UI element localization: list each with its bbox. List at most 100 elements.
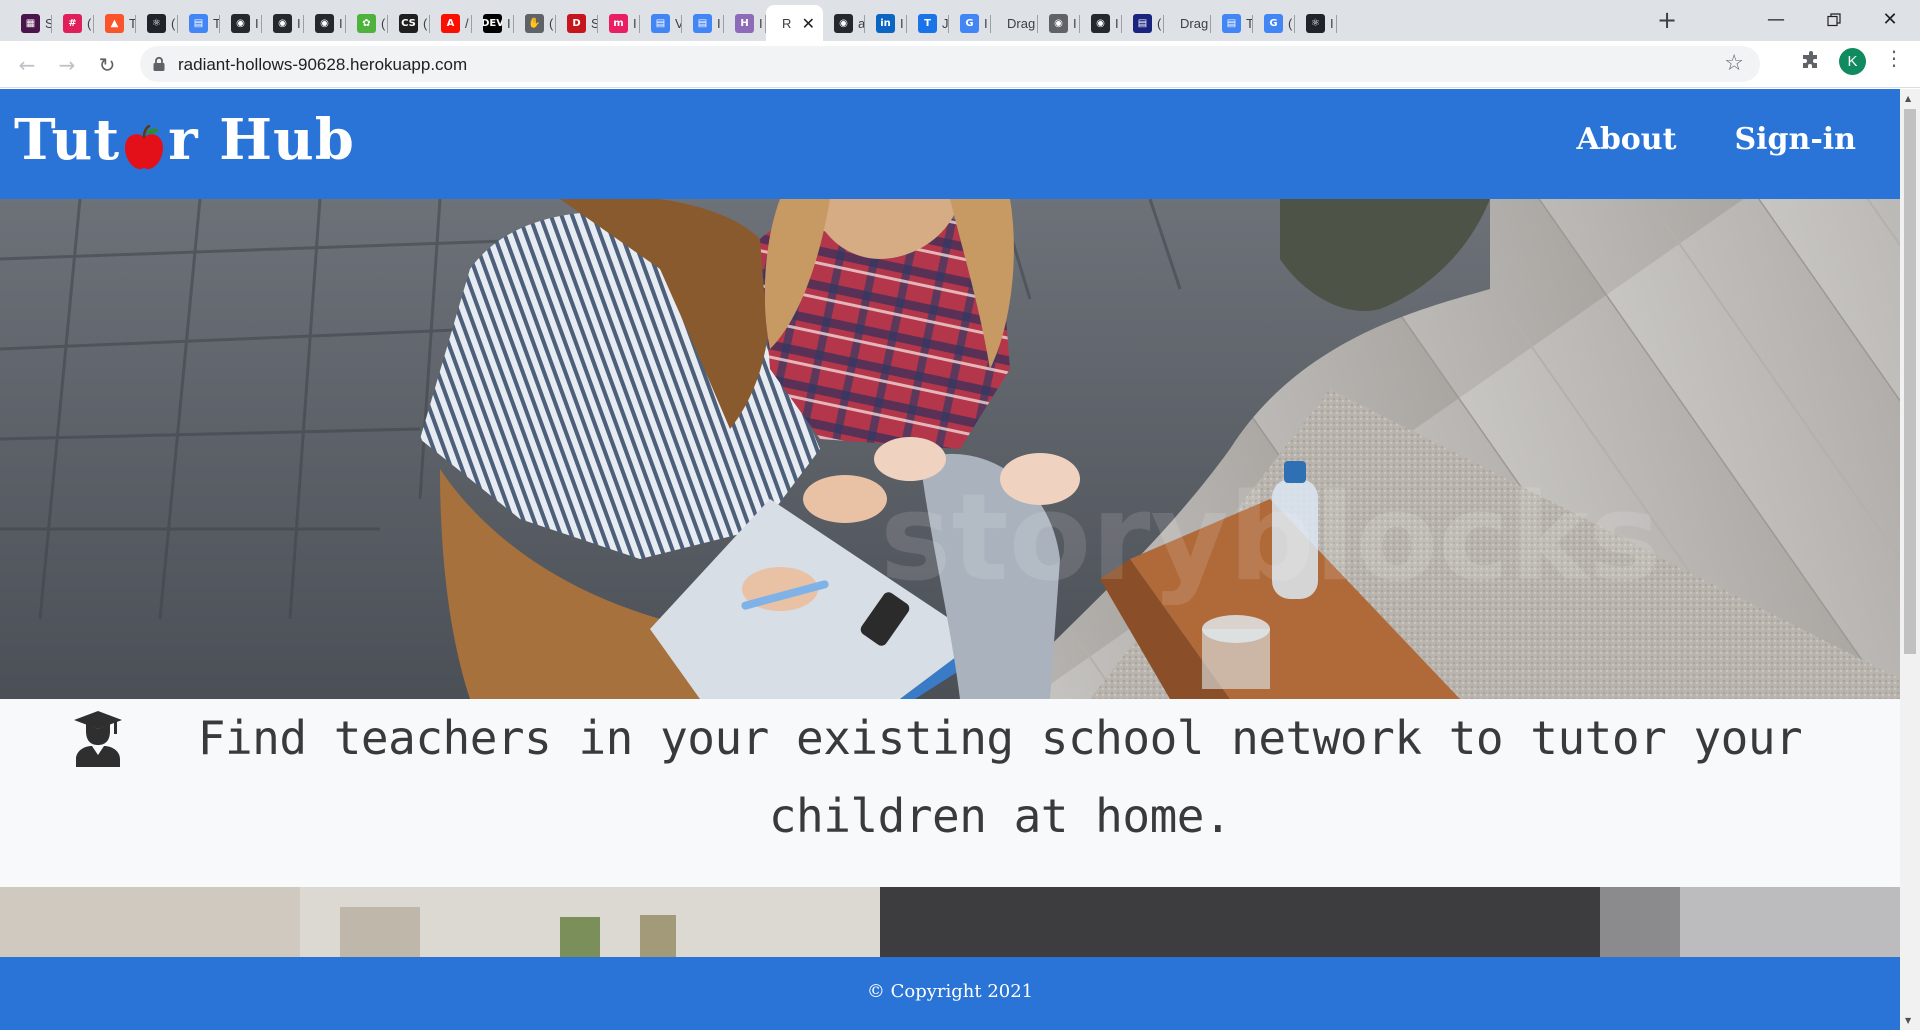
d-icon: D	[567, 13, 586, 33]
browser-tab[interactable]: ◉ I	[304, 5, 346, 41]
scroll-up-arrow-icon[interactable]: ▲	[1905, 94, 1911, 103]
browser-tab[interactable]: ▦ S	[10, 5, 52, 41]
close-window-button[interactable]: ✕	[1870, 6, 1910, 34]
slack-grid-icon: ▦	[21, 13, 40, 33]
browser-tab[interactable]: DEV I	[472, 5, 514, 41]
browser-tab[interactable]: HI	[724, 5, 766, 41]
tagline-section: Find teachers in your existing school ne…	[0, 699, 1900, 887]
tab-title: Drag	[1007, 15, 1036, 31]
google-icon: G	[1264, 13, 1283, 33]
browser-tab[interactable]: R ✕	[766, 5, 823, 41]
browser-tab[interactable]: ◉ I	[1038, 5, 1080, 41]
tab-title: I	[297, 15, 301, 31]
bookmark-star-icon[interactable]: ☆	[1724, 51, 1744, 76]
page-viewport: Tut r Hub About Sign-in storyblocks Find…	[0, 89, 1900, 1030]
tab-title: V	[675, 15, 682, 31]
scrollbar-thumb[interactable]	[1904, 109, 1916, 654]
tab-title: I	[900, 15, 904, 31]
tab-title: T	[1246, 15, 1253, 31]
github-icon: ◉	[315, 13, 334, 33]
slack-icon: #	[63, 13, 82, 33]
tab-list: ▦ S #(▲ T ⚛(▤ T ◉ I ◉ I ◉ I ✿(CS(A / DEV I ✋(D Sm I ▤ V ▤ I H I R…	[10, 5, 1337, 41]
back-button[interactable]: ←	[13, 51, 41, 79]
tab-title: T	[129, 15, 136, 31]
browser-tab[interactable]: A /	[430, 5, 472, 41]
github-icon: ◉	[231, 13, 250, 33]
hand-icon: ✋	[525, 13, 544, 33]
reload-button[interactable]: ↻	[93, 51, 121, 79]
browser-tab[interactable]: ▤ V	[640, 5, 682, 41]
browser-tab[interactable]: ▤ T	[1211, 5, 1253, 41]
tab-title: J	[942, 15, 949, 31]
browser-menu-icon[interactable]: ⋮	[1884, 46, 1904, 70]
google-docs-icon: ▤	[651, 13, 670, 33]
tab-title: (	[381, 15, 386, 31]
nav-about-link[interactable]: About	[1577, 122, 1677, 157]
browser-tab[interactable]: ✿(	[346, 5, 388, 41]
scroll-down-arrow-icon[interactable]: ▼	[1905, 1016, 1911, 1025]
browser-tab[interactable]: ▤(	[1122, 5, 1164, 41]
chart-icon: ▤	[1133, 13, 1152, 33]
tab-title: I	[255, 15, 259, 31]
tab-title: I	[717, 15, 721, 31]
tab-title: I	[984, 15, 988, 31]
tab-title: (	[549, 15, 554, 31]
browser-tab[interactable]: ▤ I	[682, 5, 724, 41]
adobe-icon: A	[441, 13, 460, 33]
browser-tab[interactable]: ◉ I	[1080, 5, 1122, 41]
graduate-user-icon	[74, 711, 122, 767]
site-footer: © Copyright 2021	[0, 957, 1900, 1030]
hero-image: storyblocks	[0, 199, 1900, 699]
new-tab-button[interactable]: +	[1653, 6, 1681, 34]
globe-icon: ◉	[1049, 13, 1068, 33]
google-docs-icon: ▤	[189, 13, 208, 33]
browser-tab[interactable]: GI	[949, 5, 991, 41]
tab-title: I	[1330, 15, 1334, 31]
close-tab-icon[interactable]: ✕	[802, 14, 815, 33]
browser-tab[interactable]: ✋(	[514, 5, 556, 41]
browser-tab[interactable]: ▤ T	[178, 5, 220, 41]
browser-tab[interactable]: CS (	[388, 5, 430, 41]
browser-tab[interactable]: G(	[1253, 5, 1295, 41]
browser-tab[interactable]: Drag	[1164, 5, 1211, 41]
nav-signin-link[interactable]: Sign-in	[1734, 122, 1856, 157]
tab-title: (	[87, 15, 92, 31]
restore-button[interactable]	[1814, 6, 1854, 34]
browser-tab[interactable]: ◉ I	[220, 5, 262, 41]
browser-tab[interactable]: ◉ I	[262, 5, 304, 41]
tagline-text: Find teachers in your existing school ne…	[197, 711, 1803, 843]
url-text[interactable]: radiant-hollows-90628.herokuapp.com	[178, 55, 467, 75]
profile-avatar[interactable]: K	[1839, 48, 1866, 75]
logo-text-end: r Hub	[168, 107, 355, 173]
tutor-hub-logo[interactable]: Tut r Hub	[14, 107, 355, 173]
browser-tab[interactable]: TJ	[907, 5, 949, 41]
google-icon: G	[960, 13, 979, 33]
github-icon: ◉	[1091, 13, 1110, 33]
tab-title: R	[782, 15, 792, 31]
browser-tab[interactable]: DS	[556, 5, 598, 41]
page-scrollbar[interactable]: ▲ ▼	[1900, 89, 1920, 1030]
tab-title: S	[45, 15, 52, 31]
tab-title: I	[339, 15, 343, 31]
browser-tab[interactable]: ▲ T	[94, 5, 136, 41]
browser-tab[interactable]: Drag	[991, 5, 1038, 41]
browser-tab[interactable]: in I	[865, 5, 907, 41]
secondary-image-strip	[0, 887, 1900, 957]
address-bar[interactable]: radiant-hollows-90628.herokuapp.com ☆	[140, 46, 1760, 82]
tab-title: S	[591, 15, 598, 31]
browser-tab[interactable]: mI	[598, 5, 640, 41]
tab-title: I	[633, 15, 637, 31]
github-icon: ◉	[834, 13, 853, 33]
minimize-button[interactable]: —	[1756, 6, 1796, 34]
tab-title: Drag	[1180, 15, 1209, 31]
browser-tab[interactable]: ⚛(	[136, 5, 178, 41]
browser-tab[interactable]: ◉ a	[823, 5, 865, 41]
browser-tab[interactable]: ⚛ I	[1295, 5, 1337, 41]
tab-title: (	[1288, 15, 1293, 31]
forward-button[interactable]: →	[53, 51, 81, 79]
browser-tab[interactable]: #(	[52, 5, 94, 41]
tab-title: I	[1115, 15, 1119, 31]
github-icon: ◉	[273, 13, 292, 33]
extensions-puzzle-icon[interactable]	[1801, 51, 1821, 76]
css-icon: CS	[399, 13, 418, 33]
